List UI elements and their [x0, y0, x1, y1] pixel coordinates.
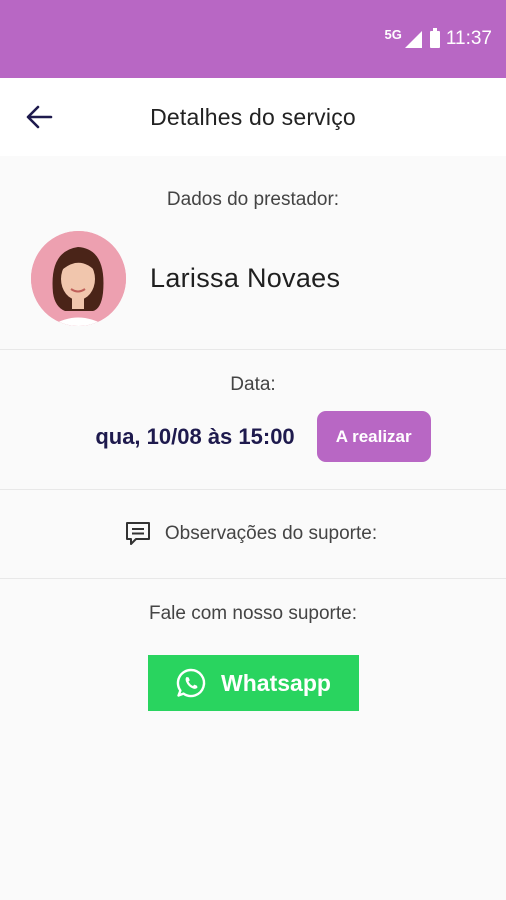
signal-icon — [404, 30, 422, 48]
network-type: 5G — [384, 26, 402, 42]
battery-icon — [429, 27, 440, 48]
back-button[interactable] — [24, 103, 54, 131]
provider-label: Dados do prestador: — [166, 189, 340, 210]
status-bar: 5G 11:37 — [0, 0, 506, 78]
date-label: Data: — [230, 374, 276, 395]
whatsapp-button[interactable]: Whatsapp — [147, 655, 359, 711]
whatsapp-icon — [176, 668, 206, 698]
provider-section: Dados do prestador: Larissa Novaes — [0, 156, 506, 350]
date-value: qua, 10/08 às 15:00 — [95, 423, 295, 449]
comment-icon — [125, 522, 150, 545]
provider-name: Larissa Novaes — [150, 263, 341, 293]
support-label: Fale com nosso suporte: — [148, 603, 358, 624]
provider-row: Larissa Novaes — [0, 231, 506, 326]
observations-label: Observações do suporte: — [164, 523, 378, 544]
date-section: Data: qua, 10/08 às 15:00 A realizar — [0, 350, 506, 490]
page-title: Detalhes do serviço — [150, 103, 356, 130]
whatsapp-label: Whatsapp — [221, 669, 331, 696]
clock: 11:37 — [445, 28, 492, 49]
arrow-left-icon — [26, 105, 53, 129]
app-bar: Detalhes do serviço — [0, 78, 506, 156]
avatar — [31, 231, 126, 326]
date-row: qua, 10/08 às 15:00 A realizar — [0, 411, 506, 462]
status-button[interactable]: A realizar — [316, 411, 431, 462]
support-section: Fale com nosso suporte: Whatsapp — [0, 579, 506, 711]
observations-section[interactable]: Observações do suporte: — [0, 490, 506, 579]
